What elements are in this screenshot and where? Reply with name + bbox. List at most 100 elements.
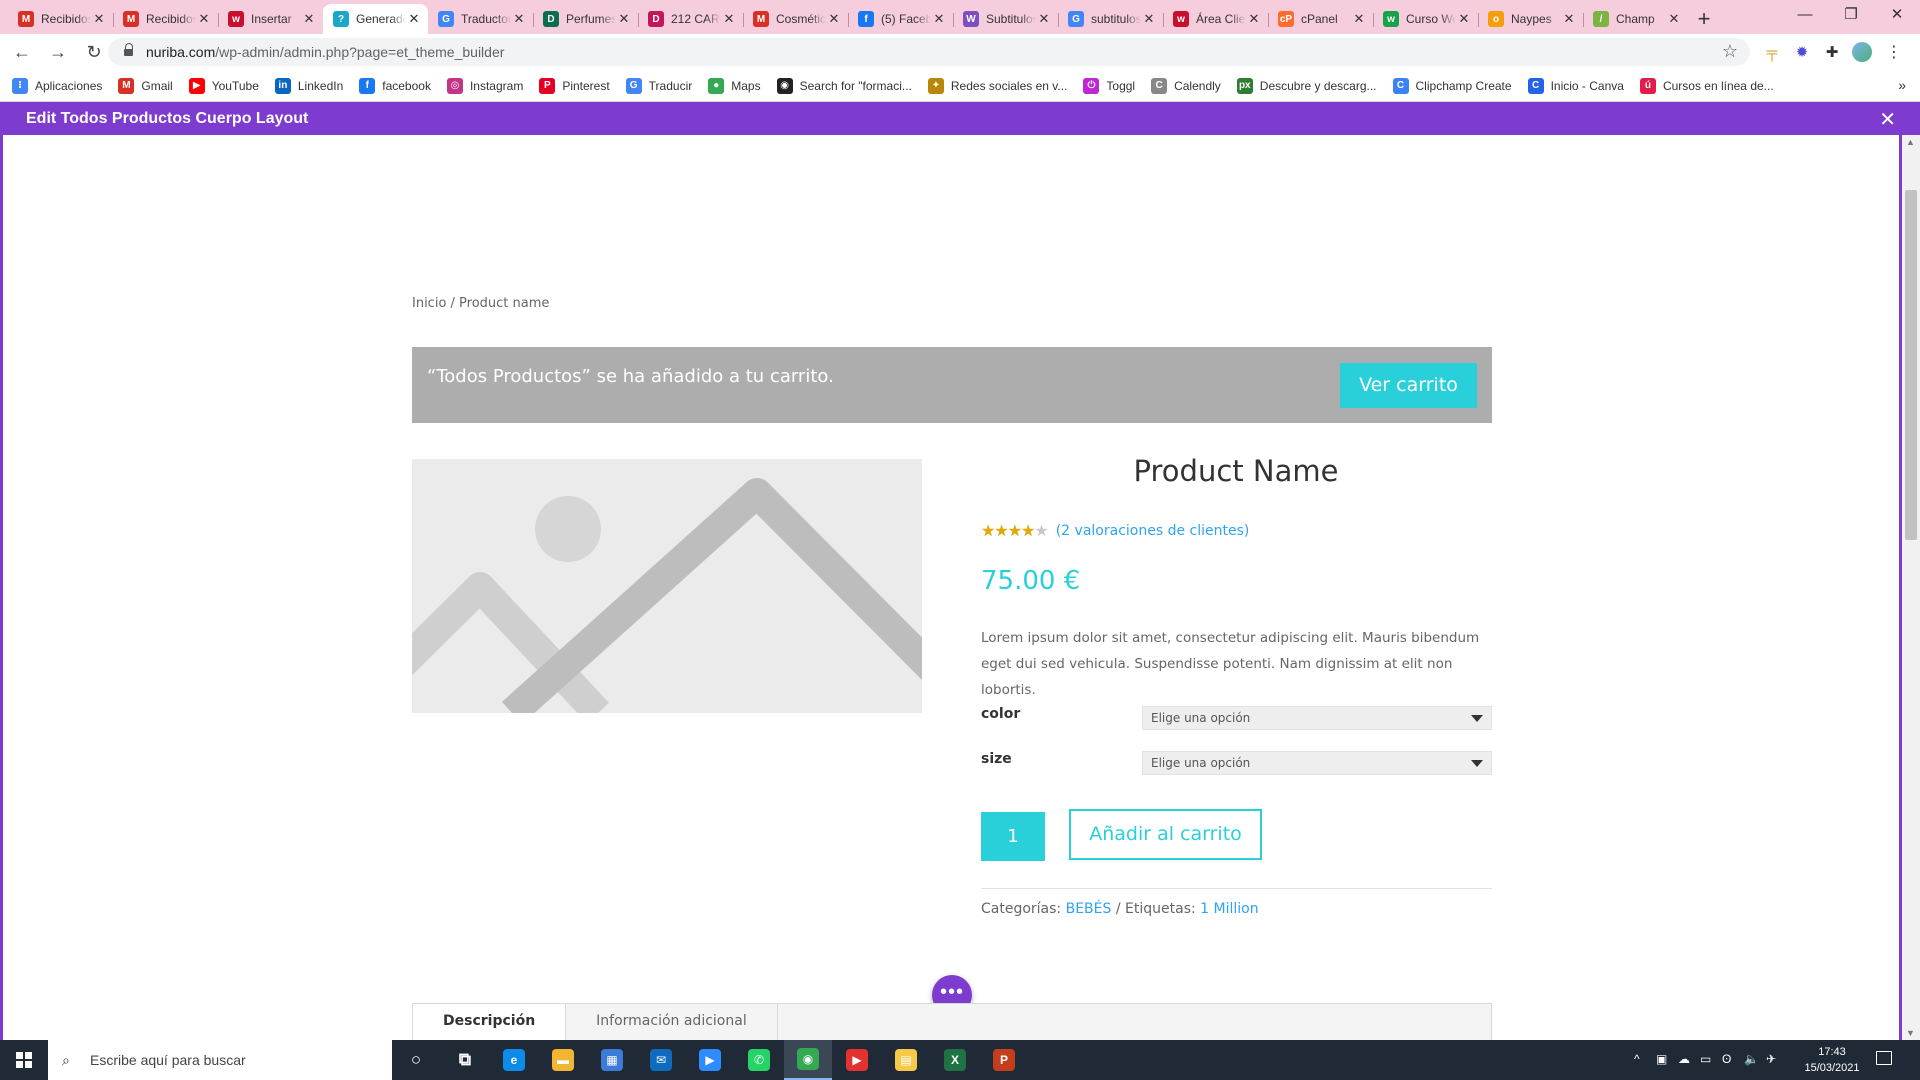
reload-button[interactable]: ↻: [80, 38, 108, 66]
network-icon[interactable]: ʘ: [1722, 1052, 1731, 1066]
quantity-input[interactable]: 1: [981, 812, 1045, 861]
taskbar-app[interactable]: ▤: [882, 1040, 930, 1080]
show-hidden-icons-icon[interactable]: ^: [1634, 1052, 1640, 1066]
browser-tab[interactable]: w Área Cliente✕: [1163, 4, 1268, 34]
taskbar-app[interactable]: ▬: [539, 1040, 587, 1080]
lock-icon[interactable]: [124, 43, 134, 57]
window-close-button[interactable]: ✕: [1874, 0, 1920, 32]
browser-menu-icon[interactable]: ⋮: [1882, 40, 1906, 64]
bookmark-item[interactable]: C Clipchamp Create: [1392, 77, 1512, 94]
bookmark-item[interactable]: f facebook: [359, 77, 431, 94]
bookmark-star-icon[interactable]: ☆: [1722, 41, 1738, 62]
close-icon[interactable]: ✕: [1141, 11, 1157, 27]
close-icon[interactable]: ✕: [1036, 11, 1052, 27]
browser-tab[interactable]: M Recibidos ✕: [8, 4, 113, 34]
size-select[interactable]: Elige una opción: [1142, 751, 1492, 775]
bookmark-item[interactable]: ◉ Search for "formaci...: [776, 77, 912, 94]
new-tab-button[interactable]: +: [1688, 4, 1720, 34]
bookmark-item[interactable]: C Inicio - Canva: [1527, 77, 1624, 94]
close-icon[interactable]: ✕: [301, 11, 317, 27]
taskbar-app[interactable]: ◉: [784, 1040, 832, 1080]
close-icon[interactable]: ✕: [1561, 11, 1577, 27]
close-icon[interactable]: ✕: [1351, 11, 1367, 27]
bookmark-item[interactable]: in LinkedIn: [274, 77, 343, 94]
meet-now-icon[interactable]: ▣: [1656, 1052, 1667, 1066]
taskbar-search[interactable]: ⌕ Escribe aquí para buscar: [48, 1040, 392, 1080]
close-icon[interactable]: ✕: [826, 11, 842, 27]
browser-tab[interactable]: W Subtitulos ✕: [953, 4, 1058, 34]
bookmark-item[interactable]: ú Cursos en línea de...: [1639, 77, 1774, 94]
taskbar-search-placeholder[interactable]: Escribe aquí para buscar: [90, 1052, 246, 1068]
bookmark-item[interactable]: M Gmail: [118, 77, 173, 94]
notifications-icon[interactable]: [1876, 1051, 1892, 1065]
bookmark-item[interactable]: px Descubre y descarg...: [1236, 77, 1377, 94]
minimize-button[interactable]: —: [1782, 0, 1828, 32]
bookmark-item[interactable]: P Pinterest: [539, 77, 610, 94]
battery-icon[interactable]: ▭: [1700, 1052, 1711, 1066]
close-icon[interactable]: ✕: [1456, 11, 1472, 27]
close-icon[interactable]: ✕: [511, 11, 527, 27]
product-image-placeholder[interactable]: [412, 459, 922, 713]
airplane-icon[interactable]: ✈: [1766, 1052, 1776, 1066]
taskbar-app[interactable]: ▦: [588, 1040, 636, 1080]
close-icon[interactable]: ✕: [406, 11, 422, 27]
bookmark-item[interactable]: ⁝ Aplicaciones: [12, 77, 102, 94]
taskbar-app[interactable]: ✉: [637, 1040, 685, 1080]
bookmark-item[interactable]: ▶ YouTube: [188, 77, 259, 94]
taskbar-app[interactable]: ⧉: [441, 1040, 489, 1080]
builder-close-icon[interactable]: ✕: [1879, 107, 1896, 132]
category-link[interactable]: BEBÉS: [1066, 901, 1112, 917]
browser-tab[interactable]: w Curso WordPress✕: [1373, 4, 1478, 34]
bookmark-item[interactable]: ✦ Redes sociales en v...: [927, 77, 1067, 94]
extension-gear-icon[interactable]: ✹: [1790, 40, 1814, 64]
taskbar-app[interactable]: e: [490, 1040, 538, 1080]
close-icon[interactable]: ✕: [721, 11, 737, 27]
volume-icon[interactable]: 🔈: [1744, 1052, 1759, 1066]
scroll-up-arrow[interactable]: ▲: [1906, 137, 1915, 147]
taskbar-app[interactable]: ▶: [833, 1040, 881, 1080]
close-icon[interactable]: ✕: [1246, 11, 1262, 27]
breadcrumb[interactable]: Inicio / Product name: [412, 296, 549, 311]
browser-tab[interactable]: M Recibidos ✕: [113, 4, 218, 34]
bookmark-item[interactable]: ● Maps: [708, 77, 761, 94]
taskbar-app[interactable]: ○: [392, 1040, 440, 1080]
bookmarks-overflow-icon[interactable]: »: [1898, 77, 1906, 93]
browser-tab[interactable]: Gsubtitulos ✕: [1058, 4, 1163, 34]
extension-key-icon[interactable]: ╤: [1760, 40, 1784, 64]
browser-tab[interactable]: G Traductor ✕: [428, 4, 533, 34]
scroll-thumb[interactable]: [1905, 190, 1917, 540]
bookmark-item[interactable]: C Calendly: [1151, 77, 1221, 94]
forward-button[interactable]: →: [44, 38, 72, 66]
close-icon[interactable]: ✕: [196, 11, 212, 27]
browser-tab[interactable]: f (5) Facebook✕: [848, 4, 953, 34]
scroll-down-arrow[interactable]: ▼: [1906, 1028, 1915, 1038]
bookmark-item[interactable]: ⏻ Toggl: [1083, 77, 1135, 94]
extensions-puzzle-icon[interactable]: ✚: [1820, 40, 1844, 64]
taskbar-app[interactable]: ✆: [735, 1040, 783, 1080]
tab-descripcion[interactable]: Descripción: [413, 1004, 567, 1040]
bookmark-item[interactable]: ◎ Instagram: [446, 77, 523, 94]
browser-tab[interactable]: o Naypes ✕: [1478, 4, 1583, 34]
close-icon[interactable]: ✕: [91, 11, 107, 27]
start-button[interactable]: [0, 1040, 48, 1080]
bookmark-item[interactable]: G Traducir: [625, 77, 692, 94]
browser-tab[interactable]: D Perfumes ✕: [533, 4, 638, 34]
browser-tab[interactable]: cP cPanel ✕: [1268, 4, 1373, 34]
address-bar[interactable]: nuriba.com/wp-admin/admin.php?page=et_th…: [108, 38, 1750, 66]
tab-informacion-adicional[interactable]: Información adicional: [566, 1004, 778, 1040]
onedrive-icon[interactable]: ☁: [1678, 1052, 1690, 1066]
taskbar-app[interactable]: X: [931, 1040, 979, 1080]
close-icon[interactable]: ✕: [931, 11, 947, 27]
browser-tab[interactable]: / Champ ✕: [1583, 4, 1688, 34]
back-button[interactable]: ←: [8, 38, 36, 66]
profile-avatar[interactable]: [1850, 40, 1874, 64]
taskbar-app[interactable]: P: [980, 1040, 1028, 1080]
taskbar-app[interactable]: ▶: [686, 1040, 734, 1080]
url-text[interactable]: nuriba.com/wp-admin/admin.php?page=et_th…: [146, 44, 504, 60]
close-icon[interactable]: ✕: [616, 11, 632, 27]
color-select[interactable]: Elige una opción: [1142, 706, 1492, 730]
reviews-link[interactable]: (2 valoraciones de clientes): [1056, 523, 1250, 539]
view-cart-button[interactable]: Ver carrito: [1340, 363, 1477, 408]
add-to-cart-button[interactable]: Añadir al carrito: [1069, 809, 1262, 860]
browser-tab[interactable]: M Cosméticos✕: [743, 4, 848, 34]
